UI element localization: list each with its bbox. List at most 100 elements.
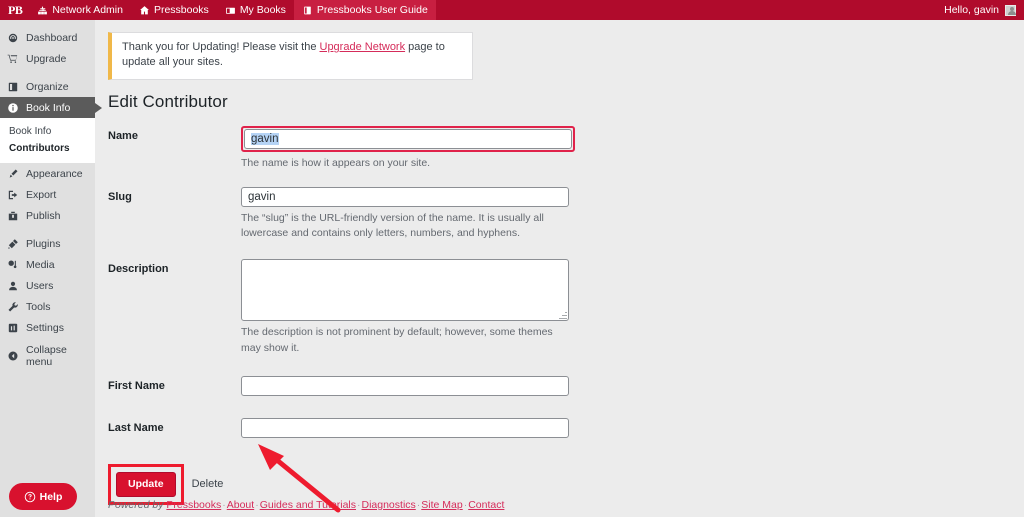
- update-button[interactable]: Update: [116, 471, 176, 497]
- sidebar-subitem-contributors[interactable]: Contributors: [0, 140, 95, 157]
- footer: Powered by Pressbooks·About·Guides and T…: [108, 499, 504, 511]
- sidebar-item-label: Export: [26, 188, 57, 201]
- sidebar-item-label: Users: [26, 279, 54, 292]
- organize-icon: [7, 81, 19, 93]
- adminbar-label: Pressbooks User Guide: [316, 4, 428, 16]
- sidebar-item-label: Organize: [26, 80, 69, 93]
- adminbar-greeting: Hello, gavin: [944, 4, 999, 16]
- footer-link-contact[interactable]: Contact: [468, 499, 504, 511]
- export-icon: [7, 189, 19, 201]
- pressbooks-logo-icon[interactable]: PB: [0, 0, 29, 20]
- main-content: Thank you for Updating! Please visit the…: [95, 20, 1024, 517]
- collapse-icon: [7, 350, 19, 362]
- sidebar-submenu-book-info: Book Info Contributors: [0, 118, 95, 163]
- sidebar-item-collapse-menu[interactable]: Collapse menu: [0, 343, 95, 368]
- adminbar-item-my-books[interactable]: My Books: [217, 0, 294, 20]
- users-icon: [7, 280, 19, 292]
- description-textarea[interactable]: [241, 259, 569, 322]
- menu-separator: [0, 226, 95, 233]
- footer-link-site-map[interactable]: Site Map: [421, 499, 462, 511]
- sidebar-item-label: Plugins: [26, 237, 61, 250]
- footer-link-pressbooks[interactable]: Pressbooks: [166, 499, 221, 511]
- sidebar-item-settings[interactable]: Settings: [0, 317, 95, 338]
- sidebar-item-label: Settings: [26, 321, 64, 334]
- sidebar-item-label: Publish: [26, 209, 61, 222]
- footer-link-diagnostics[interactable]: Diagnostics: [362, 499, 416, 511]
- info-icon: [7, 102, 19, 114]
- description-textarea-wrap: [241, 259, 569, 322]
- last-name-input[interactable]: [241, 417, 569, 438]
- sidebar-item-users[interactable]: Users: [0, 275, 95, 296]
- sidebar-item-media[interactable]: Media: [0, 254, 95, 275]
- adminbar-account[interactable]: Hello, gavin: [936, 0, 1024, 20]
- sidebar-item-label: Book Info: [26, 101, 71, 114]
- slug-input[interactable]: [241, 187, 569, 207]
- adminbar-label: My Books: [239, 4, 286, 16]
- adminbar-item-pressbooks[interactable]: Pressbooks: [131, 0, 217, 20]
- footer-prefix: Powered by: [108, 499, 164, 511]
- admin-sidebar: Dashboard Upgrade Organize Book Info Boo…: [0, 20, 102, 517]
- first-name-input[interactable]: [241, 375, 569, 396]
- name-field-annotation: gavin: [241, 125, 575, 152]
- name-description: The name is how it appears on your site.: [241, 156, 431, 169]
- sidebar-item-tools[interactable]: Tools: [0, 296, 95, 317]
- delete-link[interactable]: Delete: [192, 478, 224, 490]
- description-label: Description: [108, 263, 169, 276]
- admin-bar: PB Network Admin Pressbooks My Books Pre…: [0, 0, 1024, 20]
- adminbar-spacer: [436, 0, 936, 20]
- adminbar-label: Pressbooks: [153, 4, 209, 16]
- sidebar-item-upgrade[interactable]: Upgrade: [0, 48, 95, 69]
- slug-description: The “slug” is the URL-friendly version o…: [241, 212, 544, 240]
- dashboard-icon: [7, 32, 19, 44]
- menu-spacer: [0, 20, 95, 27]
- sidebar-item-book-info[interactable]: Book Info: [0, 97, 102, 118]
- name-input[interactable]: gavin: [244, 128, 572, 149]
- form-row-name: Name gavin The name is how it appears on…: [108, 122, 708, 175]
- sidebar-item-label: Appearance: [26, 167, 83, 180]
- sidebar-item-label: Collapse menu: [26, 343, 67, 368]
- description-description: The description is not prominent by defa…: [241, 326, 553, 354]
- last-name-field-wrap: [241, 414, 708, 442]
- sidebar-item-label: Tools: [26, 300, 51, 313]
- avatar-icon: [1005, 4, 1016, 16]
- sidebar-subitem-book-info[interactable]: Book Info: [0, 123, 95, 140]
- page-title: Edit Contributor: [108, 91, 228, 111]
- book-icon: [302, 5, 313, 16]
- publish-icon: [7, 210, 19, 222]
- network-icon: [37, 5, 48, 16]
- sidebar-item-appearance[interactable]: Appearance: [0, 163, 95, 184]
- form-row-first-name: First Name: [108, 372, 708, 400]
- sidebar-item-label: Dashboard: [26, 31, 78, 44]
- form-row-slug: Slug The “slug” is the URL-friendly vers…: [108, 183, 708, 245]
- sidebar-item-label: Media: [26, 258, 55, 271]
- name-field-wrap: gavin The name is how it appears on your…: [241, 122, 708, 175]
- first-name-field-wrap: [241, 372, 708, 400]
- menu-separator: [0, 69, 95, 76]
- form-row-description: Description The description is not promi…: [108, 255, 708, 359]
- adminbar-item-pressbooks-user-guide[interactable]: Pressbooks User Guide: [293, 0, 436, 20]
- first-name-label: First Name: [108, 379, 165, 392]
- cart-icon: [7, 53, 19, 65]
- appearance-icon: [7, 168, 19, 180]
- books-icon: [225, 5, 236, 16]
- update-notice: Thank you for Updating! Please visit the…: [108, 32, 473, 80]
- footer-link-guides-and-tutorials[interactable]: Guides and Tutorials: [260, 499, 356, 511]
- name-label: Name: [108, 129, 138, 142]
- last-name-label: Last Name: [108, 421, 164, 434]
- adminbar-label: Network Admin: [52, 4, 123, 16]
- sidebar-item-organize[interactable]: Organize: [0, 76, 95, 97]
- help-button-label: Help: [39, 490, 63, 503]
- footer-link-about[interactable]: About: [227, 499, 254, 511]
- slug-field-wrap: The “slug” is the URL-friendly version o…: [241, 183, 708, 245]
- sidebar-item-export[interactable]: Export: [0, 184, 95, 205]
- settings-icon: [7, 322, 19, 334]
- sidebar-item-dashboard[interactable]: Dashboard: [0, 27, 95, 48]
- upgrade-network-link[interactable]: Upgrade Network: [320, 41, 406, 53]
- form-row-last-name: Last Name: [108, 414, 708, 442]
- sidebar-item-plugins[interactable]: Plugins: [0, 233, 95, 254]
- help-button[interactable]: Help: [9, 483, 77, 510]
- sidebar-item-publish[interactable]: Publish: [0, 205, 95, 226]
- name-input-value: gavin: [251, 132, 279, 145]
- adminbar-item-network-admin[interactable]: Network Admin: [29, 0, 131, 20]
- home-icon: [139, 5, 150, 16]
